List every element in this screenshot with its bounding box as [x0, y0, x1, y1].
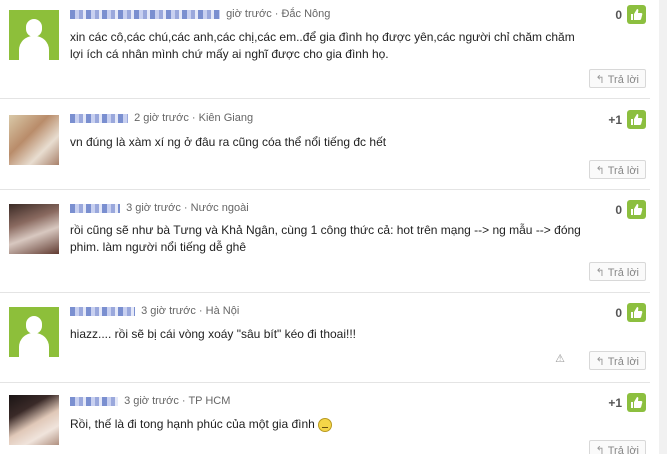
vote-box: +1	[600, 110, 646, 129]
comment-location: Nước ngoài	[190, 202, 249, 214]
comment-text: Rồi, thế là đi tong hạnh phúc của một gi…	[70, 416, 590, 433]
blurred-username[interactable]	[70, 9, 220, 19]
reply-button[interactable]: ↰ Trả lời	[588, 262, 646, 281]
blurred-username[interactable]	[70, 396, 118, 406]
vote-box: 0	[600, 303, 646, 322]
comment-location: Hà Nội	[205, 305, 240, 317]
vote-count: +1	[608, 395, 622, 410]
comment-item: 2 giờ trước · Kiên Giang vn đúng là xàm …	[0, 99, 650, 190]
like-button[interactable]	[627, 200, 646, 219]
like-button[interactable]	[627, 303, 646, 322]
comment-text: xin các cô,các chú,các anh,các chị,các e…	[70, 30, 575, 61]
comment-text: rồi cũng sẽ như bà Tưng và Khả Ngân, cùn…	[70, 223, 581, 254]
reply-label: Trả lời	[607, 266, 639, 279]
like-button[interactable]	[627, 5, 646, 24]
comment-meta: 3 giờ trước · Nước ngoài	[70, 202, 249, 214]
default-avatar[interactable]	[9, 307, 59, 357]
comment-time: giờ trước	[226, 8, 272, 20]
comment-item: 3 giờ trước · Nước ngoài rồi cũng sẽ như…	[0, 190, 650, 293]
comment-item: 3 giờ trước · Hà Nội hiazz.... rồi sẽ bị…	[0, 293, 650, 383]
vote-count: 0	[615, 202, 622, 217]
comment-meta: giờ trước · Đắc Nông	[70, 8, 330, 20]
scrollbar[interactable]	[659, 0, 667, 454]
reply-arrow-icon: ↰	[595, 165, 605, 177]
reply-button[interactable]: ↰ Trả lời	[588, 351, 646, 370]
reply-label: Trả lời	[607, 73, 639, 86]
reply-arrow-icon: ↰	[595, 74, 605, 86]
reply-button[interactable]: ↰ Trả lời	[588, 160, 646, 179]
comment-meta: 2 giờ trước · Kiên Giang	[70, 112, 253, 124]
comment-time: 2 giờ trước	[134, 112, 189, 124]
vote-count: +1	[608, 112, 622, 127]
comment-item: giờ trước · Đắc Nông xin các cô,các chú,…	[0, 0, 650, 99]
photo-avatar[interactable]	[9, 115, 59, 165]
thumbs-up-icon	[631, 9, 643, 20]
comment-time: 3 giờ trước	[126, 202, 181, 214]
vote-box: +1	[600, 393, 646, 412]
comment-location: Đắc Nông	[281, 8, 331, 20]
comment-time: 3 giờ trước	[141, 305, 196, 317]
vote-count: 0	[615, 305, 622, 320]
blurred-username[interactable]	[70, 113, 128, 123]
photo-avatar[interactable]	[9, 395, 59, 445]
reply-label: Trả lời	[607, 355, 639, 368]
comment-item: 3 giờ trước · TP HCM Rồi, thế là đi tong…	[0, 383, 650, 454]
reply-label: Trả lời	[607, 164, 639, 177]
reply-arrow-icon: ↰	[595, 356, 605, 368]
comment-meta: 3 giờ trước · TP HCM	[70, 395, 230, 407]
thumbs-up-icon	[631, 204, 643, 215]
reply-label: Trả lời	[607, 444, 639, 454]
photo-avatar[interactable]	[9, 204, 59, 254]
vote-box: 0	[600, 5, 646, 24]
comment-location: Kiên Giang	[198, 112, 254, 124]
like-button[interactable]	[627, 393, 646, 412]
default-avatar[interactable]	[9, 10, 59, 60]
reply-arrow-icon: ↰	[595, 267, 605, 279]
reply-button[interactable]: ↰ Trả lời	[588, 440, 646, 454]
comment-text-body: Rồi, thế là đi tong hạnh phúc của một gi…	[70, 417, 315, 431]
comment-text: vn đúng là xàm xí ng ở đâu ra cũng cóa t…	[70, 135, 387, 149]
vote-box: 0	[600, 200, 646, 219]
thumbs-up-icon	[631, 307, 643, 318]
warning-icon[interactable]: ⚠	[555, 352, 565, 365]
reply-button[interactable]: ↰ Trả lời	[588, 69, 646, 88]
blurred-username[interactable]	[70, 306, 135, 316]
like-button[interactable]	[627, 110, 646, 129]
comment-meta: 3 giờ trước · Hà Nội	[70, 305, 239, 317]
blurred-username[interactable]	[70, 203, 120, 213]
thumbs-up-icon	[631, 397, 643, 408]
vote-count: 0	[615, 7, 622, 22]
thumbs-up-icon	[631, 114, 643, 125]
sad-face-icon	[317, 417, 332, 432]
comment-location: TP HCM	[188, 395, 231, 407]
comment-text: hiazz.... rồi sẽ bị cái vòng xoáy "sâu b…	[70, 327, 357, 341]
comment-time: 3 giờ trước	[124, 395, 179, 407]
reply-arrow-icon: ↰	[595, 445, 605, 454]
